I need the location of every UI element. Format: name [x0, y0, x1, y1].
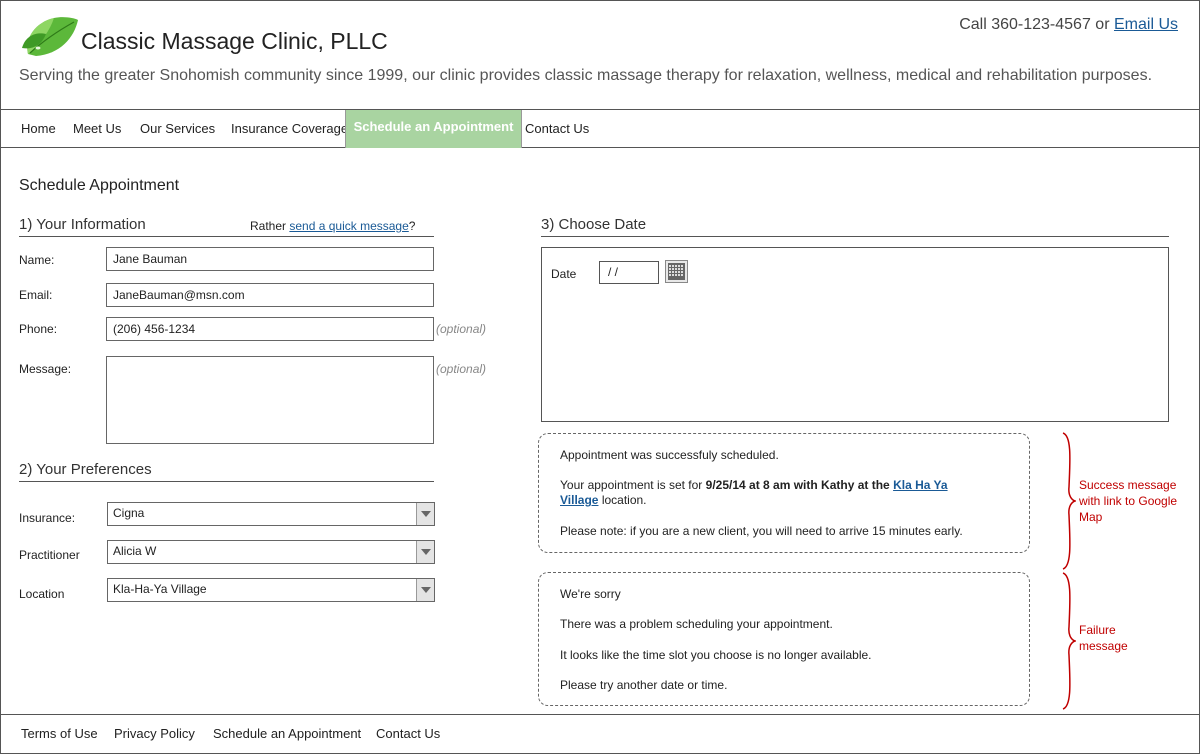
section-title: 2) Your Preferences: [19, 461, 152, 478]
success-prefix: Your appointment is set for: [560, 478, 703, 492]
footer-contact-link[interactable]: Contact Us: [376, 726, 440, 741]
insurance-value: Cigna: [113, 506, 145, 520]
practitioner-label: Practitioner: [19, 548, 80, 562]
location-label: Location: [19, 587, 65, 601]
page-heading: Schedule Appointment: [19, 177, 180, 194]
email-label: Email:: [19, 288, 53, 302]
date-input[interactable]: / /: [599, 261, 659, 284]
contact-line: Call 360-123-4567 or Email Us: [959, 16, 1178, 34]
footer-schedule-link[interactable]: Schedule an Appointment: [213, 726, 361, 741]
failure-annotation: Failure message: [1079, 622, 1128, 654]
success-line-2: Your appointment is set for 9/25/14 at 8…: [560, 478, 948, 492]
nav-home[interactable]: Home: [21, 110, 56, 147]
insurance-select[interactable]: Cigna: [107, 502, 435, 526]
email-field[interactable]: JaneBauman@msn.com: [106, 283, 434, 307]
section-choose-date: 3) Choose Date: [541, 216, 1169, 237]
section-your-preferences: 2) Your Preferences: [19, 461, 434, 482]
name-label: Name:: [19, 253, 55, 267]
rather-suffix: ?: [408, 219, 416, 233]
nav-schedule-appointment[interactable]: Schedule an Appointment: [345, 110, 522, 148]
chevron-down-icon[interactable]: [416, 503, 434, 525]
nav-insurance-coverage[interactable]: Insurance Coverage: [231, 110, 348, 147]
failure-line-3: It looks like the time slot you choose i…: [560, 648, 872, 662]
chevron-down-icon[interactable]: [416, 541, 434, 563]
message-textarea[interactable]: [106, 356, 434, 444]
phone-label: Phone:: [19, 322, 58, 336]
annotation-line: Map: [1079, 510, 1103, 524]
annotation-line: Failure: [1079, 623, 1116, 637]
chevron-down-icon[interactable]: [416, 579, 434, 601]
nav-contact-us[interactable]: Contact Us: [525, 110, 589, 147]
success-line-3: Please note: if you are a new client, yo…: [560, 524, 963, 538]
success-line-1: Appointment was successfuly scheduled.: [560, 448, 779, 462]
leaves-icon: [22, 17, 78, 56]
location-map-link[interactable]: Kla Ha Ya: [893, 478, 947, 492]
success-details: 9/25/14 at 8 am with Kathy at the: [705, 478, 890, 492]
annotation-line: with link to Google: [1079, 494, 1178, 508]
send-quick-message-link[interactable]: send a quick message: [289, 219, 408, 233]
quick-message-prompt: Rather send a quick message?: [250, 219, 415, 233]
failure-line-1: We're sorry: [560, 587, 621, 601]
message-optional-note: (optional): [436, 362, 487, 376]
success-annotation: Success message with link to Google Map: [1079, 477, 1177, 525]
annotation-line: Success message: [1079, 478, 1177, 492]
success-line-2b: Village location.: [560, 493, 647, 507]
section-title: 1) Your Information: [19, 216, 146, 233]
site-title: Classic Massage Clinic, PLLC: [81, 28, 388, 54]
tagline: Serving the greater Snohomish community …: [19, 67, 1153, 84]
location-select[interactable]: Kla-Ha-Ya Village: [107, 578, 435, 602]
nav-our-services[interactable]: Our Services: [140, 110, 215, 147]
footer-terms-link[interactable]: Terms of Use: [21, 726, 98, 741]
location-map-link-cont[interactable]: Village: [560, 493, 598, 507]
location-value: Kla-Ha-Ya Village: [113, 582, 207, 596]
call-text: Call 360-123-4567 or: [959, 16, 1110, 33]
name-field[interactable]: Jane Bauman: [106, 247, 434, 271]
failure-line-2: There was a problem scheduling your appo…: [560, 617, 833, 631]
failure-brace-icon: [1062, 572, 1076, 710]
practitioner-value: Alicia W: [113, 544, 157, 558]
section-title: 3) Choose Date: [541, 216, 647, 233]
calendar-icon[interactable]: [665, 260, 688, 283]
phone-optional-note: (optional): [436, 322, 487, 336]
date-panel: Date / /: [541, 247, 1169, 422]
footer: Terms of Use Privacy Policy Schedule an …: [0, 714, 1200, 754]
success-suffix: location.: [601, 493, 647, 507]
annotation-line: message: [1079, 639, 1128, 653]
failure-line-4: Please try another date or time.: [560, 678, 728, 692]
main-nav: Home Meet Us Our Services Insurance Cove…: [0, 109, 1200, 148]
date-label: Date: [551, 267, 577, 281]
phone-field[interactable]: (206) 456-1234: [106, 317, 434, 341]
success-message: Appointment was successfuly scheduled. Y…: [538, 433, 1030, 553]
message-label: Message:: [19, 362, 72, 376]
practitioner-select[interactable]: Alicia W: [107, 540, 435, 564]
failure-message: We're sorry There was a problem scheduli…: [538, 572, 1030, 706]
rather-text: Rather: [250, 219, 287, 233]
footer-privacy-link[interactable]: Privacy Policy: [114, 726, 195, 741]
nav-meet-us[interactable]: Meet Us: [73, 110, 121, 147]
insurance-label: Insurance:: [19, 511, 76, 525]
success-brace-icon: [1062, 432, 1076, 570]
email-us-link[interactable]: Email Us: [1114, 16, 1178, 33]
